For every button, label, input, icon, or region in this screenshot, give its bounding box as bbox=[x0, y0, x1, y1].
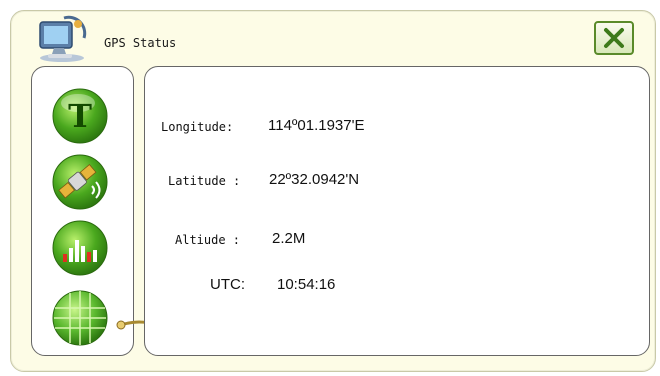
signal-bars-icon bbox=[52, 220, 108, 276]
map-grid-button[interactable] bbox=[50, 288, 110, 348]
text-t-icon: T bbox=[52, 88, 108, 144]
close-x-icon bbox=[604, 28, 624, 48]
satellite-button[interactable] bbox=[50, 152, 110, 212]
satellite-icon bbox=[52, 154, 108, 210]
latitude-value: 22º32.0942'N bbox=[269, 171, 360, 188]
text-button[interactable]: T bbox=[50, 86, 110, 146]
altitude-value: 2.2M bbox=[272, 230, 306, 247]
close-button[interactable] bbox=[594, 21, 634, 55]
signal-strength-button[interactable] bbox=[50, 218, 110, 278]
computer-gps-icon bbox=[34, 14, 90, 64]
status-panel bbox=[144, 66, 650, 356]
window-title: GPS Status bbox=[104, 36, 177, 50]
utc-value: 10:54:16 bbox=[277, 276, 336, 293]
utc-label: UTC: bbox=[210, 276, 245, 293]
longitude-value: 114º01.1937'E bbox=[268, 117, 365, 134]
longitude-label: Longitude: bbox=[161, 120, 234, 134]
latitude-label: Latitude : bbox=[168, 174, 241, 188]
svg-text:T: T bbox=[68, 97, 92, 135]
altitude-label: Altiude : bbox=[175, 233, 241, 247]
globe-grid-icon bbox=[52, 290, 108, 346]
